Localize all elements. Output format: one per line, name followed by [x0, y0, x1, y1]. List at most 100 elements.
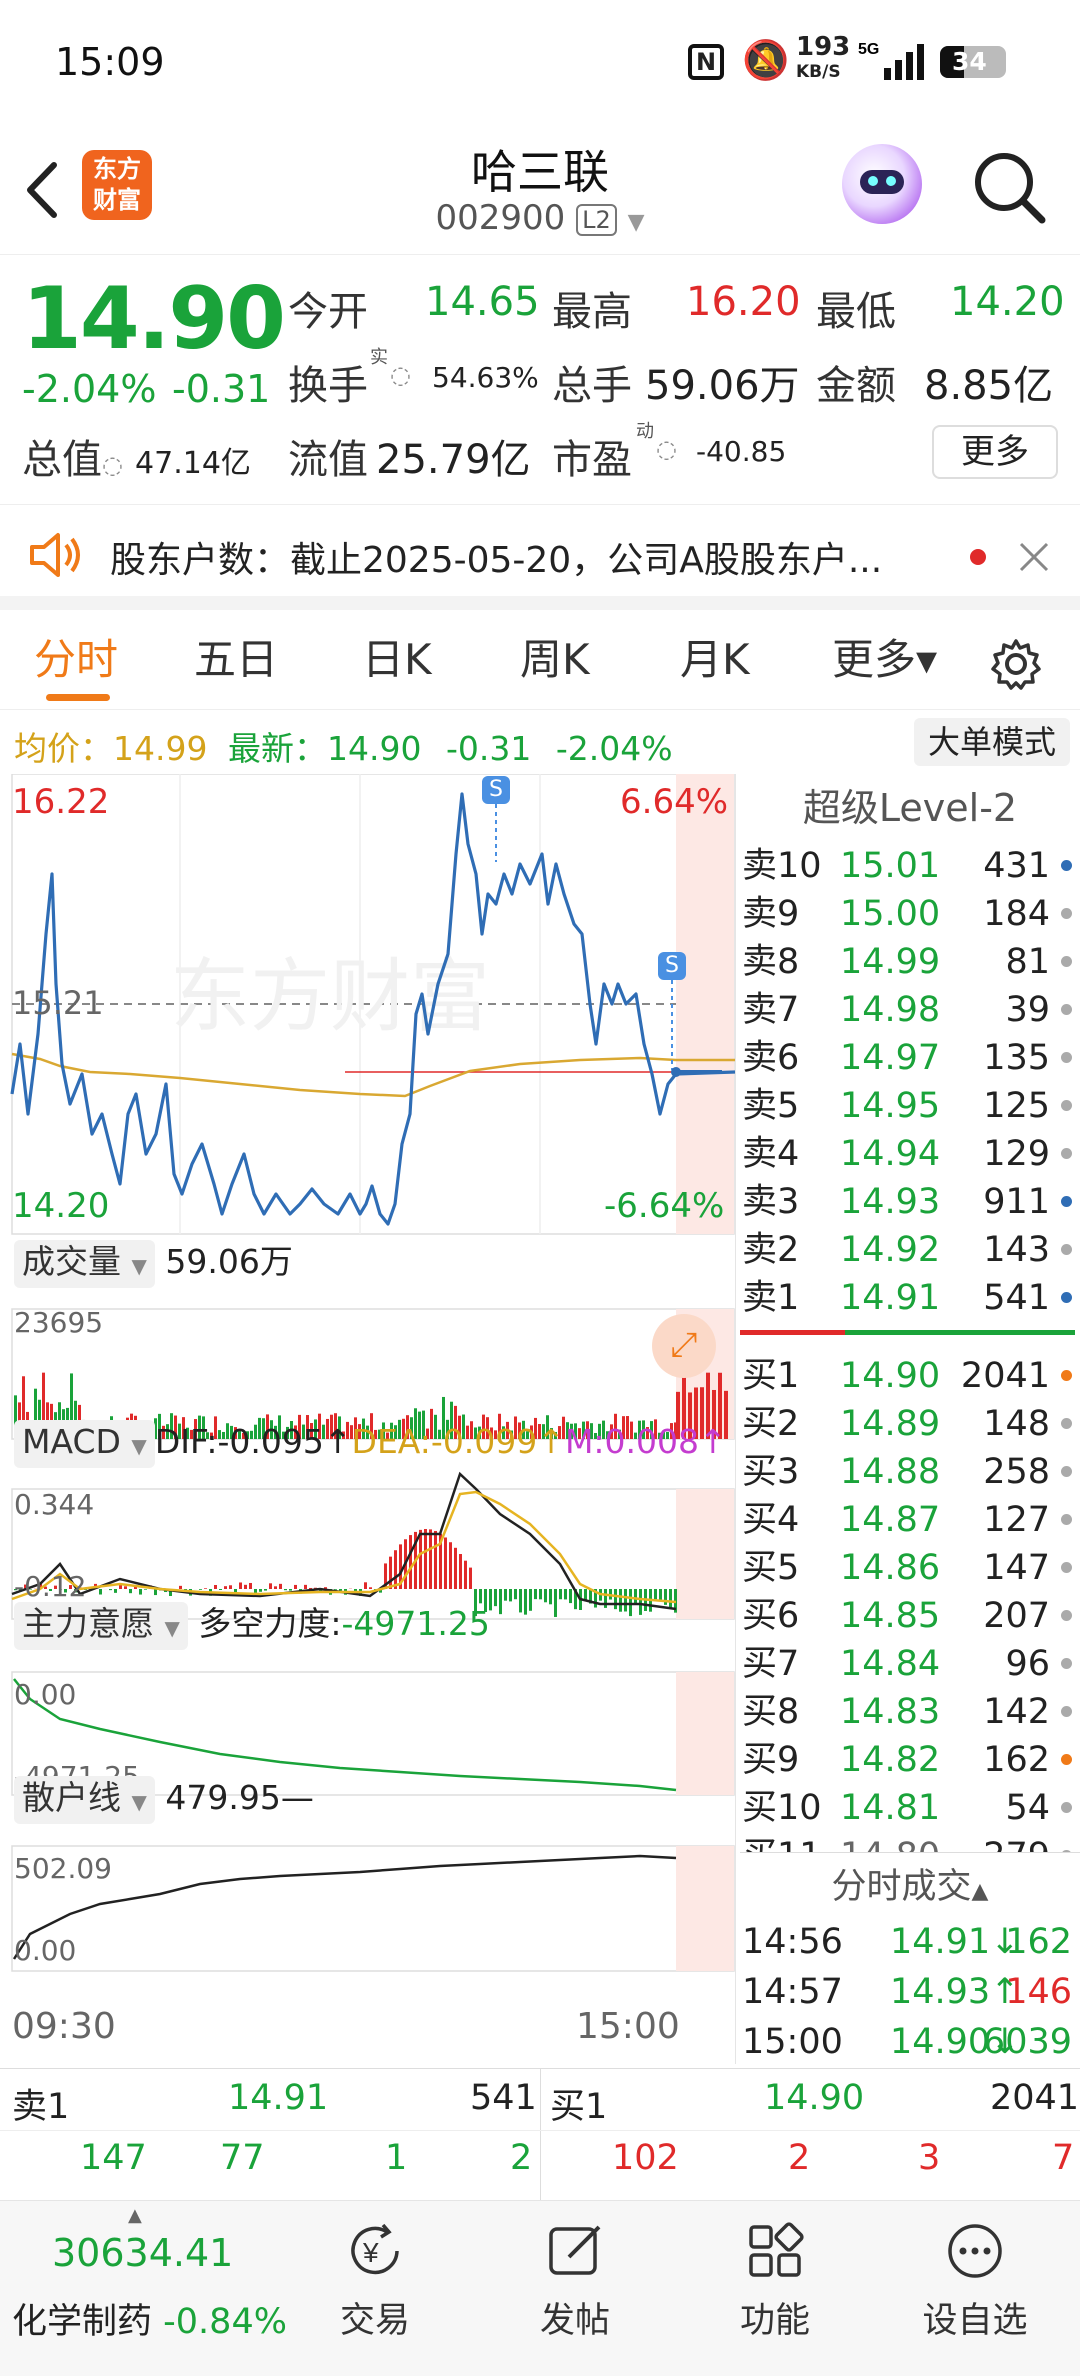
tick-trade-row: 14:5614.91↓162 — [740, 1918, 1080, 1966]
watchlist-icon — [943, 2219, 1007, 2283]
bid-volume: 279 — [983, 1832, 1050, 1852]
bid-volume: 148 — [983, 1400, 1050, 1448]
order-dot — [1061, 1370, 1072, 1381]
settings-gear-icon[interactable] — [990, 638, 1042, 690]
bid-price: 14.89 — [840, 1400, 940, 1448]
bid-level[interactable]: 买814.83142 — [740, 1688, 1080, 1736]
index-name: 化学制药 — [12, 2302, 152, 2342]
add-watchlist-button[interactable]: 设自选 — [875, 2201, 1075, 2377]
stock-code: 002900 — [436, 198, 566, 238]
tick-trade-row: 15:0014.90↓6039 — [740, 2018, 1080, 2066]
float-label: 流值 — [288, 427, 368, 485]
title-bar: 东方 财富 哈三联 002900 L2 ▼ — [0, 120, 1080, 255]
bid-price: 14.81 — [840, 1784, 940, 1832]
bid-level[interactable]: 买514.86147 — [740, 1544, 1080, 1592]
order-dot — [1061, 1514, 1072, 1525]
retail-bottom-label: 0.00 — [14, 1934, 76, 1967]
buy1-price: 14.90 — [764, 2078, 864, 2118]
bid-price: 14.88 — [840, 1448, 940, 1496]
bid-level[interactable]: 买1114.80279 — [740, 1832, 1080, 1852]
bid-level[interactable]: 买1014.8154 — [740, 1784, 1080, 1832]
close-icon[interactable] — [1018, 541, 1050, 573]
bid-volume: 147 — [983, 1544, 1050, 1592]
signal-5g-icon: 5G — [858, 40, 930, 82]
bid-volume: 207 — [983, 1592, 1050, 1640]
bid-price: 14.86 — [840, 1544, 940, 1592]
unread-dot — [970, 549, 986, 565]
tick-trades-header[interactable]: 分时成交▲ — [740, 1858, 1080, 1909]
info-icon[interactable]: ◌ — [656, 435, 677, 463]
buy1-label: 买1 — [550, 2078, 607, 2129]
bid-level-label: 买10 — [742, 1784, 822, 1832]
bid-level[interactable]: 买414.87127 — [740, 1496, 1080, 1544]
post-button[interactable]: 发帖 — [475, 2201, 675, 2377]
high-label: 最高 — [552, 279, 632, 337]
bid-levels: 买114.902041买214.89148买314.88258买414.8712… — [0, 712, 1080, 1852]
tab-daily-k[interactable]: 日K — [362, 610, 432, 710]
stock-code-row[interactable]: 002900 L2 ▼ — [340, 198, 740, 238]
caret-up-icon: ▲ — [128, 2205, 142, 2226]
bid-level-label: 买8 — [742, 1688, 799, 1736]
bid-level[interactable]: 买114.902041 — [740, 1352, 1080, 1400]
index-pct: -0.84% — [163, 2302, 287, 2342]
tick-volume: 6039 — [983, 2018, 1072, 2066]
sell1-label: 卖1 — [12, 2078, 69, 2129]
bid-level[interactable]: 买914.82162 — [740, 1736, 1080, 1784]
bid-level-label: 买7 — [742, 1640, 799, 1688]
pe-label: 市盈 — [552, 427, 632, 485]
order-dot — [1061, 1706, 1072, 1717]
sell-queue-item: 77 — [220, 2138, 265, 2178]
last-price: 14.90 — [22, 269, 284, 369]
tab-weekly-k[interactable]: 周K — [520, 610, 590, 710]
sell-queue-item: 2 — [510, 2138, 532, 2178]
mcap-value: 47.14亿 — [135, 446, 251, 481]
time-start-label: 09:30 — [12, 2006, 116, 2047]
tab-monthly-k[interactable]: 月K — [680, 610, 750, 710]
trade-button[interactable]: ¥ 交易 — [275, 2201, 475, 2377]
back-icon[interactable] — [22, 160, 62, 220]
search-icon[interactable] — [972, 150, 1048, 226]
order-dot — [1061, 1610, 1072, 1621]
bid-level[interactable]: 买614.85207 — [740, 1592, 1080, 1640]
notice-bar[interactable]: 股东户数：截止2025-05-20，公司A股股东户... — [0, 505, 1080, 610]
bid-level[interactable]: 买714.8496 — [740, 1640, 1080, 1688]
net-unit: KB/S — [796, 62, 841, 82]
bid-level[interactable]: 买314.88258 — [740, 1448, 1080, 1496]
edit-post-icon — [543, 2219, 607, 2283]
svg-text:5G: 5G — [858, 41, 879, 58]
mute-icon: 🔕 — [742, 38, 789, 83]
tick-trades-title: 分时成交 — [832, 1867, 972, 1907]
speaker-icon — [26, 529, 82, 581]
buy-queue-item: 102 — [612, 2138, 679, 2178]
info-icon[interactable]: ◌ — [390, 361, 411, 389]
buy1-volume: 2041 — [990, 2078, 1079, 2118]
bid-level[interactable]: 买214.89148 — [740, 1400, 1080, 1448]
bid-level-label: 买11 — [742, 1832, 822, 1852]
industry-index[interactable]: ▲ 30634.41 化学制药 -0.84% — [0, 2201, 290, 2377]
bid-volume: 162 — [983, 1736, 1050, 1784]
robot-assistant-icon[interactable] — [842, 144, 922, 224]
bid-level-label: 买1 — [742, 1352, 799, 1400]
bid-level-label: 买3 — [742, 1448, 799, 1496]
intraday-area: 均价：14.99 最新：14.90 -0.31 -2.04% 大单模式 东方财富… — [0, 712, 1080, 2068]
eastmoney-logo: 东方 财富 — [82, 150, 152, 220]
change-pct: -2.04% — [22, 367, 156, 411]
buy-queue-item: 7 — [1052, 2138, 1074, 2178]
tab-five-day[interactable]: 五日 — [194, 610, 278, 710]
turnover-label: 换手 — [288, 353, 368, 411]
level1-summary: 卖1 14.91 541 买1 14.90 2041 147 77 1 2 10… — [0, 2068, 1080, 2200]
tick-time: 14:56 — [742, 1918, 843, 1966]
caret-down-icon: ▼ — [628, 210, 645, 235]
function-label: 功能 — [675, 2292, 875, 2343]
volume-label: 总手 — [552, 353, 632, 411]
tab-more[interactable]: 更多▾ — [832, 610, 937, 710]
more-button[interactable]: 更多 — [932, 425, 1058, 479]
order-dot — [1061, 1466, 1072, 1477]
bid-volume: 127 — [983, 1496, 1050, 1544]
function-button[interactable]: 功能 — [675, 2201, 875, 2377]
info-icon[interactable]: ◌ — [102, 451, 123, 479]
tick-price: 14.93↑ — [890, 1968, 1020, 2016]
bid-price: 14.87 — [840, 1496, 940, 1544]
time-end-label: 15:00 — [576, 2006, 680, 2047]
pe-value: -40.85 — [696, 435, 786, 468]
